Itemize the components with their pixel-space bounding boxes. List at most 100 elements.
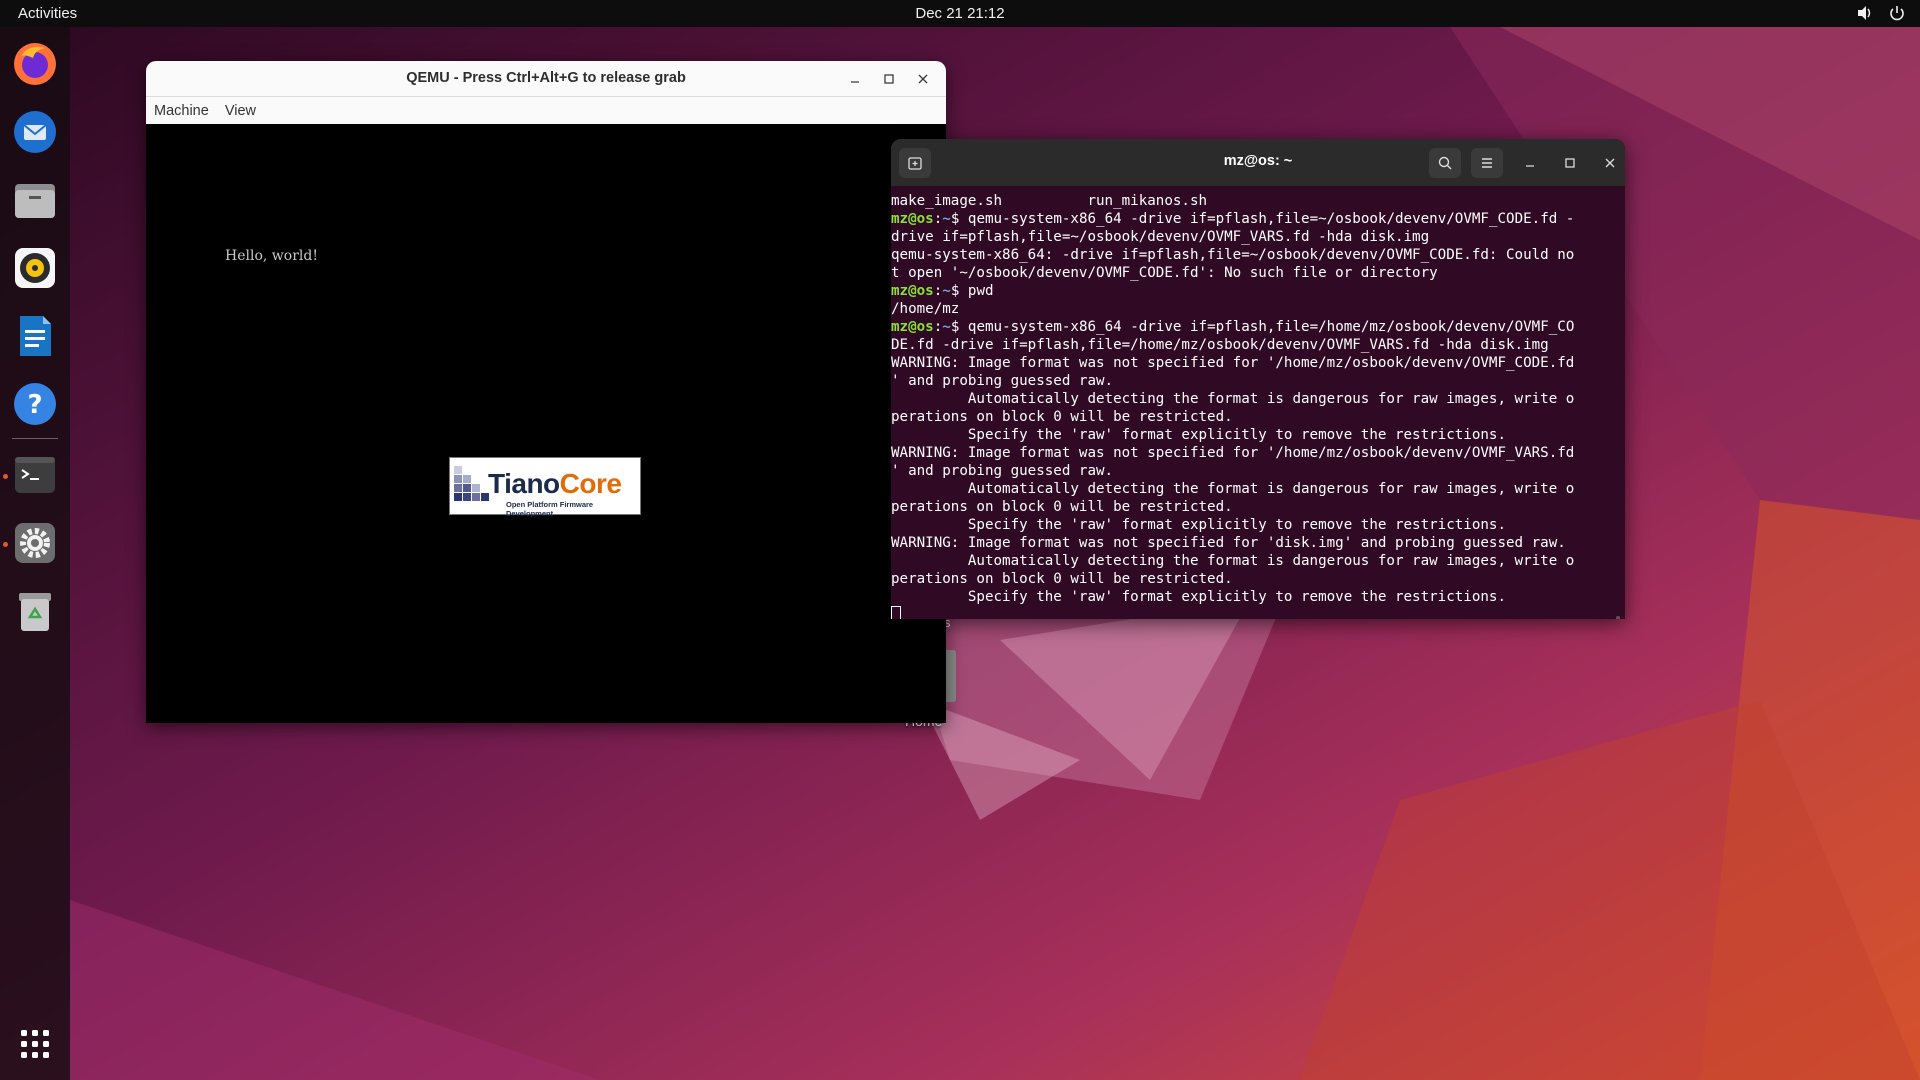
maximize-button[interactable] [1554, 148, 1586, 178]
line-text: t open '~/osbook/devenv/OVMF_CODE.fd': N… [891, 265, 1438, 281]
terminal-command-line: mz@os:~$ pwd [891, 282, 1625, 300]
line-text: DE.fd -drive if=pflash,file=/home/mz/osb… [891, 337, 1549, 353]
help-icon[interactable]: ? [11, 380, 59, 428]
terminal-headerbar[interactable]: mz@os: ~ [891, 139, 1625, 186]
line-text: Automatically detecting the format is da… [891, 391, 1575, 407]
prompt-dollar: $ [950, 319, 968, 335]
terminal-cursor [891, 606, 901, 619]
line-text: perations on block 0 will be restricted. [891, 499, 1233, 515]
line-text: drive if=pflash,file=~/osbook/devenv/OVM… [891, 229, 1430, 245]
terminal-scrollbar[interactable] [1616, 616, 1620, 619]
prompt-user: mz@os [891, 211, 934, 227]
tianocore-logo: TianoCore Open Platform Firmware Develop… [449, 457, 641, 518]
terminal-output-line: Automatically detecting the format is da… [891, 390, 1625, 408]
line-text: WARNING: Image format was not specified … [891, 445, 1575, 461]
line-text: pwd [967, 283, 994, 299]
qemu-display[interactable]: Hello, world! TianoCore Open Platform Fi… [146, 124, 946, 723]
libreoffice-writer-icon[interactable] [11, 312, 59, 360]
search-icon [1438, 156, 1452, 170]
terminal-output-line: t open '~/osbook/devenv/OVMF_CODE.fd': N… [891, 264, 1625, 282]
prompt-colon: : [933, 283, 943, 299]
terminal-output-line: qemu-system-x86_64: -drive if=pflash,fil… [891, 246, 1625, 264]
tianocore-squares-icon [454, 466, 489, 501]
menu-machine[interactable]: Machine [154, 103, 209, 119]
qemu-menubar: Machine View [146, 97, 946, 124]
terminal-output-line: DE.fd -drive if=pflash,file=/home/mz/osb… [891, 336, 1625, 354]
line-text: Automatically detecting the format is da… [891, 481, 1575, 497]
prompt-path: ~ [942, 211, 951, 227]
line-text: Specify the 'raw' format explicitly to r… [891, 427, 1506, 443]
firefox-icon[interactable] [11, 40, 59, 88]
line-text: Specify the 'raw' format explicitly to r… [891, 589, 1506, 605]
minimize-icon [851, 81, 859, 83]
terminal-output[interactable]: make_image.sh run_mikanos.sh mz@os:~$ qem… [891, 186, 1625, 619]
terminal-command-line: mz@os:~$ qemu-system-x86_64 -drive if=pf… [891, 318, 1625, 336]
minimize-button[interactable] [838, 61, 872, 97]
settings-icon[interactable] [11, 519, 59, 567]
close-button[interactable] [906, 61, 940, 97]
line-text: qemu-system-x86_64: -drive if=pflash,fil… [891, 247, 1575, 263]
line-text: qemu-system-x86_64 -drive if=pflash,file… [967, 211, 1575, 227]
qemu-titlebar[interactable]: QEMU - Press Ctrl+Alt+G to release grab [146, 61, 946, 97]
terminal-window[interactable]: mz@os: ~ make_image.sh run_mikanos.sh mz@… [891, 139, 1625, 619]
minimize-icon [1526, 165, 1534, 167]
line-text: ' and probing guessed raw. [891, 463, 1114, 479]
line-text: WARNING: Image format was not specified … [891, 535, 1566, 551]
maximize-icon [1565, 158, 1575, 168]
terminal-output-line: perations on block 0 will be restricted. [891, 570, 1625, 588]
logo-tagline: Open Platform Firmware Development [506, 500, 594, 518]
minimize-button[interactable] [1514, 148, 1546, 178]
terminal-output-line: perations on block 0 will be restricted. [891, 498, 1625, 516]
prompt-colon: : [933, 211, 943, 227]
top-bar: Activities Dec 21 21:12 [0, 0, 1920, 27]
line-text: qemu-system-x86_64 -drive if=pflash,file… [967, 319, 1575, 335]
terminal-output-line: Automatically detecting the format is da… [891, 552, 1625, 570]
close-icon [918, 74, 928, 84]
prompt-path: ~ [942, 283, 951, 299]
line-text: make_image.sh run_mikanos.sh [891, 193, 1208, 209]
terminal-command-line: mz@os:~$ qemu-system-x86_64 -drive if=pf… [891, 210, 1625, 228]
files-icon[interactable] [11, 176, 59, 224]
system-tray[interactable] [1856, 4, 1906, 22]
qemu-window[interactable]: QEMU - Press Ctrl+Alt+G to release grab … [146, 61, 946, 723]
line-text: perations on block 0 will be restricted. [891, 409, 1233, 425]
maximize-button[interactable] [872, 61, 906, 97]
terminal-output-line: Specify the 'raw' format explicitly to r… [891, 426, 1625, 444]
line-text: Specify the 'raw' format explicitly to r… [891, 517, 1506, 533]
svg-text:?: ? [27, 390, 42, 420]
terminal-output-line: Specify the 'raw' format explicitly to r… [891, 516, 1625, 534]
menu-button[interactable] [1471, 148, 1503, 178]
window-title: QEMU - Press Ctrl+Alt+G to release grab [406, 70, 686, 86]
hamburger-icon [1482, 158, 1492, 168]
terminal-output-line: make_image.sh run_mikanos.sh [891, 192, 1625, 210]
dock: ? [0, 27, 70, 1080]
thunderbird-icon[interactable] [11, 108, 59, 156]
terminal-output-line: ' and probing guessed raw. [891, 462, 1625, 480]
trash-icon[interactable] [11, 587, 59, 635]
search-button[interactable] [1429, 148, 1461, 178]
line-text: perations on block 0 will be restricted. [891, 571, 1233, 587]
rhythmbox-icon[interactable] [11, 244, 59, 292]
volume-icon[interactable] [1856, 4, 1874, 22]
line-text: ' and probing guessed raw. [891, 373, 1114, 389]
logo-wordmark: TianoCore [488, 468, 622, 499]
clock[interactable]: Dec 21 21:12 [0, 5, 1920, 22]
terminal-output-line: WARNING: Image format was not specified … [891, 444, 1625, 462]
terminal-output-line: Specify the 'raw' format explicitly to r… [891, 588, 1625, 606]
terminal-icon[interactable] [11, 451, 59, 499]
prompt-user: mz@os [891, 283, 934, 299]
prompt-colon: : [933, 319, 943, 335]
terminal-cursor-line [891, 606, 1625, 619]
app-grid-icon[interactable] [11, 1020, 59, 1068]
line-text: /home/mz [891, 301, 960, 317]
line-text: Automatically detecting the format is da… [891, 553, 1575, 569]
maximize-icon [884, 74, 894, 84]
power-icon[interactable] [1888, 4, 1906, 22]
menu-view[interactable]: View [225, 103, 256, 119]
close-button[interactable] [1594, 148, 1625, 178]
prompt-dollar: $ [950, 211, 968, 227]
terminal-output-line: /home/mz [891, 300, 1625, 318]
terminal-output-line: perations on block 0 will be restricted. [891, 408, 1625, 426]
terminal-output-line: WARNING: Image format was not specified … [891, 354, 1625, 372]
dock-separator [12, 438, 58, 439]
